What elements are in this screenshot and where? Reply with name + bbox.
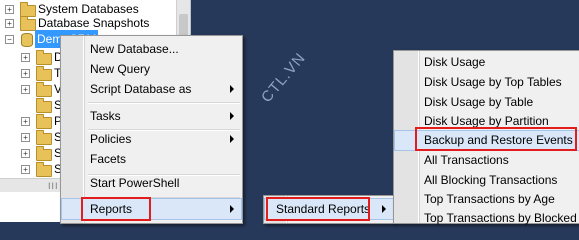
submenu-arrow-icon	[230, 205, 234, 213]
menu-item-label: Policies	[90, 132, 132, 146]
expand-icon[interactable]: +	[21, 69, 30, 78]
menu-item-start-powershell[interactable]: Start PowerShell	[61, 172, 242, 194]
submenu-arrow-icon	[230, 112, 234, 120]
menu-item-label: Start PowerShell	[90, 176, 180, 190]
expand-icon[interactable]: +	[5, 5, 14, 14]
database-context-menu: New Database... New Query Script Databas…	[60, 35, 243, 224]
submenu-arrow-icon	[382, 205, 386, 213]
expand-icon[interactable]: +	[5, 19, 14, 28]
menu-item-label: All Transactions	[424, 153, 509, 167]
menu-item-label: New Database...	[90, 42, 179, 56]
menu-item-facets[interactable]: Facets	[61, 148, 242, 170]
standard-reports-submenu: Disk Usage Disk Usage by Top Tables Disk…	[393, 50, 579, 225]
menu-item-label: Disk Usage	[424, 55, 486, 69]
menu-item-label: Top Transactions by Age	[424, 192, 555, 206]
menu-separator	[88, 102, 240, 104]
tree-node-child[interactable]: + S	[0, 160, 62, 178]
menu-item-label: Reports	[90, 202, 133, 216]
menu-item-disk-usage[interactable]: Disk Usage	[394, 52, 579, 73]
menu-item-label: Backup and Restore Events	[424, 133, 573, 147]
menu-item-label: Facets	[90, 152, 127, 166]
menu-item-new-query[interactable]: New Query	[61, 58, 242, 80]
expand-icon[interactable]: +	[21, 117, 30, 126]
menu-item-all-transactions[interactable]: All Transactions	[394, 150, 579, 171]
submenu-arrow-icon	[230, 85, 234, 93]
expand-icon[interactable]: +	[21, 53, 30, 62]
folder-icon	[36, 162, 52, 177]
submenu-arrow-icon	[230, 135, 234, 143]
menu-item-label: Disk Usage by Partition	[424, 114, 549, 128]
collapse-icon[interactable]: −	[5, 35, 14, 44]
expand-icon[interactable]: +	[21, 133, 30, 142]
menu-item-disk-usage-by-table[interactable]: Disk Usage by Table	[394, 92, 579, 113]
watermark-text: CTL.VN	[258, 49, 310, 106]
menu-item-all-blocking-transactions[interactable]: All Blocking Transactions	[394, 170, 579, 191]
menu-item-label: Disk Usage by Table	[424, 95, 534, 109]
scroll-grip-icon: III	[48, 181, 59, 191]
menu-item-top-transactions-by-blocked[interactable]: Top Transactions by Blocked Tran	[394, 208, 579, 229]
expand-icon[interactable]: +	[21, 165, 30, 174]
reports-submenu: Standard Reports	[263, 195, 395, 224]
menu-item-standard-reports[interactable]: Standard Reports	[264, 198, 394, 220]
menu-item-disk-usage-by-partition[interactable]: Disk Usage by Partition	[394, 111, 579, 132]
menu-item-label: Top Transactions by Blocked Tran	[424, 211, 579, 225]
menu-item-label: Tasks	[90, 109, 121, 123]
menu-item-reports[interactable]: Reports	[61, 198, 242, 220]
menu-item-tasks[interactable]: Tasks	[61, 105, 242, 127]
expand-icon[interactable]: +	[21, 85, 30, 94]
menu-item-policies[interactable]: Policies	[61, 128, 242, 150]
menu-item-label: All Blocking Transactions	[424, 173, 558, 187]
menu-item-backup-and-restore-events[interactable]: Backup and Restore Events	[394, 130, 579, 151]
menu-item-top-transactions-by-age[interactable]: Top Transactions by Age	[394, 189, 579, 210]
expand-icon[interactable]: +	[21, 149, 30, 158]
menu-item-disk-usage-by-top-tables[interactable]: Disk Usage by Top Tables	[394, 72, 579, 93]
database-icon	[21, 33, 33, 47]
menu-item-new-database[interactable]: New Database...	[61, 38, 242, 60]
menu-item-script-database-as[interactable]: Script Database as	[61, 78, 242, 100]
menu-item-label: New Query	[90, 62, 151, 76]
menu-item-label: Standard Reports	[276, 202, 371, 216]
menu-item-label: Disk Usage by Top Tables	[424, 75, 562, 89]
menu-item-label: Script Database as	[90, 82, 192, 96]
